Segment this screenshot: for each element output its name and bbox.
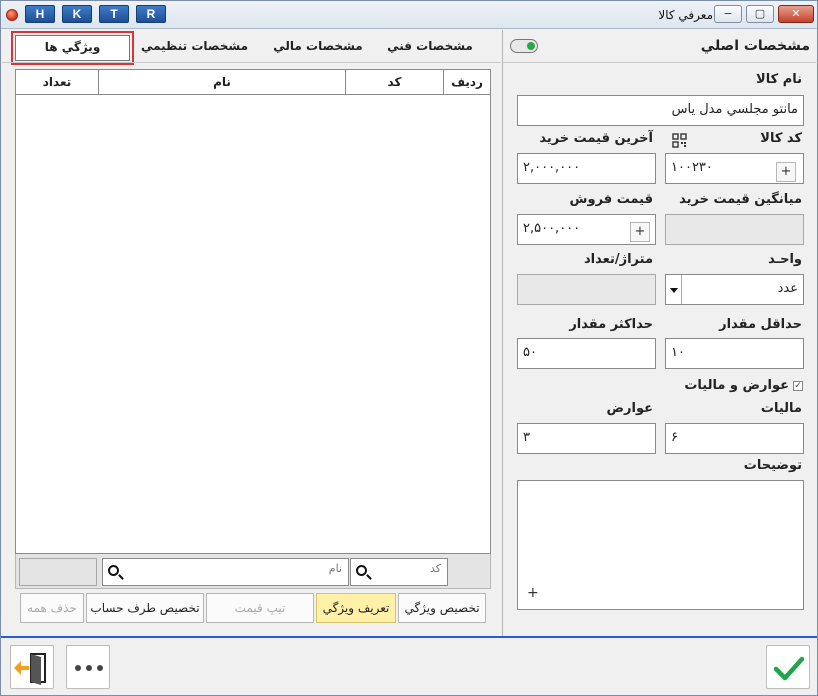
column-code[interactable]: کد xyxy=(345,70,443,94)
restore-button[interactable]: ▢ xyxy=(746,5,774,23)
product-code-label: کد کالا xyxy=(760,131,802,146)
attributes-grid[interactable]: رديف کد نام تعداد xyxy=(15,69,491,554)
assign-account-button[interactable]: تخصيص طرف حساب xyxy=(86,593,204,623)
more-button[interactable] xyxy=(66,645,110,689)
more-dots-icon xyxy=(75,665,103,671)
unit-value: عدد xyxy=(777,281,798,296)
tax-field[interactable]: ۶ xyxy=(665,423,804,454)
close-button[interactable]: ✕ xyxy=(778,5,814,23)
tab-attributes[interactable]: ويژگي ها xyxy=(11,31,134,65)
name-search-input[interactable]: نام xyxy=(102,558,349,586)
meter-count-label: متراژ/تعداد xyxy=(584,252,653,267)
delete-all-button[interactable]: حذف همه xyxy=(20,593,84,623)
barcode-icon[interactable] xyxy=(672,133,687,148)
unit-label: واحـد xyxy=(768,252,802,267)
confirm-button[interactable] xyxy=(766,645,810,689)
product-name-label: نام کالا xyxy=(756,72,802,87)
chevron-down-icon[interactable] xyxy=(666,275,682,304)
tax-checkbox[interactable]: ✓ xyxy=(793,381,803,391)
name-search-placeholder: نام xyxy=(328,562,342,575)
unit-select[interactable]: عدد xyxy=(665,274,804,305)
description-plus-button[interactable]: + xyxy=(527,585,539,601)
hotkey-h-button[interactable]: H xyxy=(25,5,55,23)
attributes-panel: مشخصات فني مشخصات مالي مشخصات تنظيمي ويژ… xyxy=(2,30,501,636)
main-specs-header: مشخصات اصلي xyxy=(503,30,818,63)
toggle-knob xyxy=(527,42,535,50)
product-definition-window: H K T R معرفي کالا − ▢ ✕ مشخصات اصلي نام… xyxy=(0,0,818,696)
meter-count-field xyxy=(517,274,656,305)
hotkey-r-button[interactable]: R xyxy=(136,5,166,23)
code-search-placeholder: کد xyxy=(429,562,441,575)
min-quantity-field[interactable]: ۱۰ xyxy=(665,338,804,369)
last-purchase-price-label: آخرين قيمت خريد xyxy=(539,131,653,146)
tab-divider xyxy=(2,62,501,63)
tax-checkbox-label: عوارض و ماليات xyxy=(684,378,789,393)
column-name[interactable]: نام xyxy=(98,70,345,94)
footer-bar xyxy=(1,636,817,695)
minimize-button[interactable]: − xyxy=(714,5,742,23)
avg-purchase-price-field xyxy=(665,214,804,245)
column-row-number[interactable]: رديف xyxy=(443,70,490,94)
window-title: معرفي کالا xyxy=(658,8,713,22)
sale-price-label: قيمت فروش xyxy=(569,192,653,207)
duty-label: عوارض xyxy=(606,401,653,416)
code-plus-button[interactable]: + xyxy=(776,162,796,182)
max-quantity-label: حداکثر مقدار xyxy=(569,317,653,332)
app-icon xyxy=(6,9,18,21)
description-label: توضيحات xyxy=(743,458,802,473)
code-search-input[interactable]: کد xyxy=(350,558,448,586)
title-bar: H K T R معرفي کالا − ▢ ✕ xyxy=(1,1,817,29)
avg-purchase-price-label: ميانگين قيمت خريد xyxy=(679,192,802,207)
main-specs-title: مشخصات اصلي xyxy=(700,38,810,54)
column-quantity[interactable]: تعداد xyxy=(16,70,98,94)
product-name-field[interactable]: مانتو مجلسي مدل ياس xyxy=(517,95,804,126)
quantity-total-box xyxy=(19,558,97,586)
sale-price-plus-button[interactable]: + xyxy=(630,222,650,242)
tab-financial-specs[interactable]: مشخصات مالي xyxy=(264,35,372,61)
grid-header: رديف کد نام تعداد xyxy=(16,70,490,95)
hotkey-k-button[interactable]: K xyxy=(62,5,92,23)
max-quantity-field[interactable]: ۵۰ xyxy=(517,338,656,369)
main-specs-panel: مشخصات اصلي نام کالا مانتو مجلسي مدل ياس… xyxy=(502,30,818,636)
assign-attribute-button[interactable]: تخصيص ويژگي xyxy=(398,593,486,623)
tax-label: ماليات xyxy=(760,401,802,416)
description-field[interactable] xyxy=(517,480,804,610)
last-purchase-price-field[interactable]: ۲,۰۰۰,۰۰۰ xyxy=(517,153,656,184)
min-quantity-label: حداقل مقدار xyxy=(719,317,802,332)
exit-door-icon xyxy=(14,653,46,685)
search-icon[interactable] xyxy=(108,565,119,576)
define-attribute-button[interactable]: تعريف ويژگي xyxy=(316,593,396,623)
grid-search-strip: کد نام xyxy=(15,554,491,589)
price-type-button[interactable]: تيپ قيمت xyxy=(206,593,314,623)
tab-technical-specs[interactable]: مشخصات فني xyxy=(380,35,480,61)
exit-button[interactable] xyxy=(10,645,54,689)
hotkey-t-button[interactable]: T xyxy=(99,5,129,23)
duty-field[interactable]: ۳ xyxy=(517,423,656,454)
check-icon xyxy=(773,656,805,681)
tab-regulatory-specs[interactable]: مشخصات تنظيمي xyxy=(137,35,252,61)
search-icon[interactable] xyxy=(356,565,367,576)
main-specs-toggle[interactable] xyxy=(510,39,538,53)
